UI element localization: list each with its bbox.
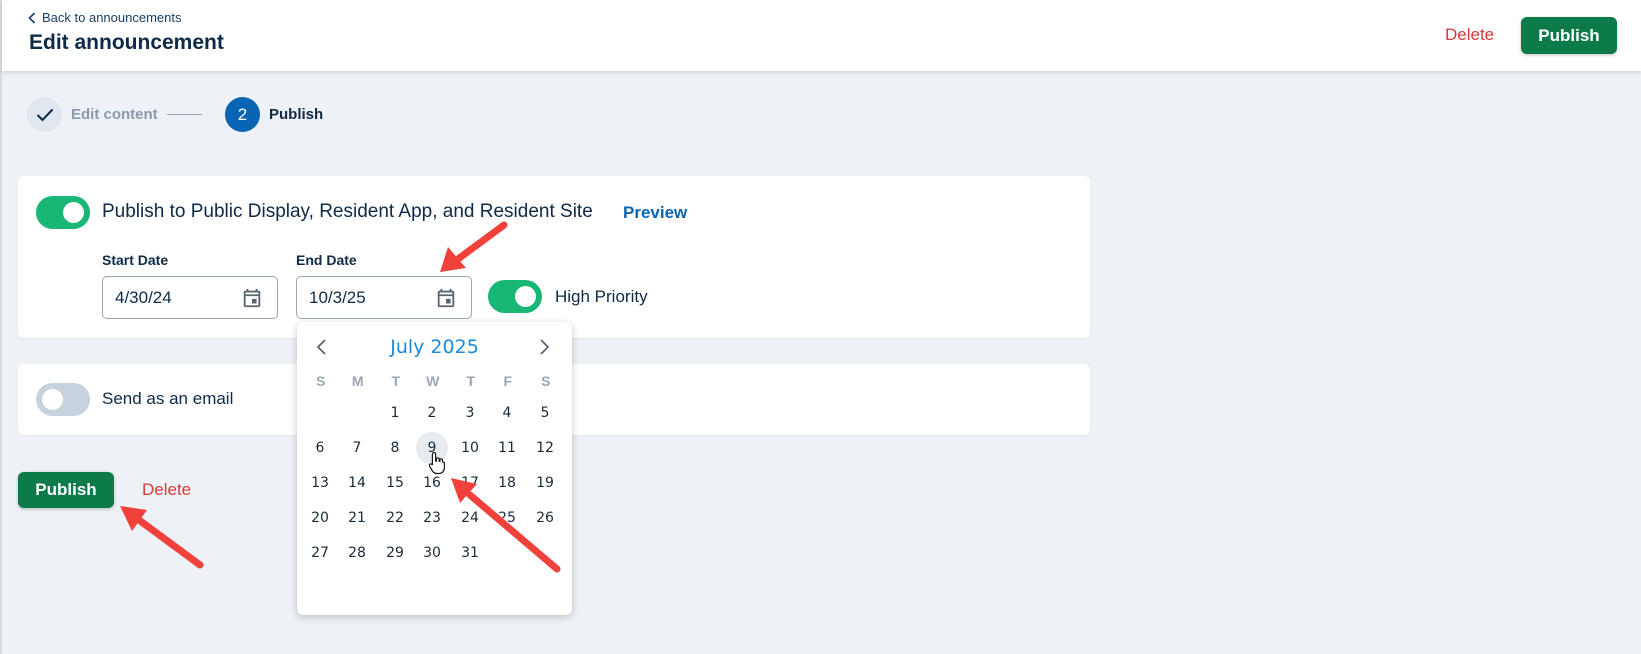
calendar-day[interactable]: 12 xyxy=(529,432,561,464)
arrow-to-publish-button xyxy=(120,506,204,569)
calendar-day[interactable]: 26 xyxy=(529,502,561,534)
publish-settings-card: Publish to Public Display, Resident App,… xyxy=(18,176,1090,338)
calendar-day[interactable]: 5 xyxy=(529,397,561,429)
calendar-day[interactable]: 6 xyxy=(304,432,336,464)
calendar-day[interactable]: 17 xyxy=(454,467,486,499)
calendar-day[interactable]: 7 xyxy=(341,432,373,464)
weekday-header: M xyxy=(351,373,364,389)
weekday-header: T xyxy=(466,373,476,389)
footer-delete-button[interactable]: Delete xyxy=(142,480,191,500)
header-publish-button[interactable]: Publish xyxy=(1521,17,1617,54)
back-to-announcements-link[interactable]: Back to announcements xyxy=(28,10,181,25)
back-link-label: Back to announcements xyxy=(42,10,182,25)
calendar-day[interactable]: 20 xyxy=(304,502,336,534)
start-date-label: Start Date xyxy=(102,252,169,268)
calendar-day[interactable]: 29 xyxy=(379,537,411,569)
calendar-day[interactable]: 22 xyxy=(379,502,411,534)
send-email-label: Send as an email xyxy=(102,389,234,408)
toggle-knob xyxy=(42,389,63,410)
date-picker-month-label: July 2025 xyxy=(390,336,479,358)
toggle-knob xyxy=(515,286,536,307)
calendar-day[interactable]: 2 xyxy=(416,397,448,429)
weekday-header: W xyxy=(426,373,440,389)
start-date-field[interactable] xyxy=(102,276,278,319)
calendar-icon[interactable] xyxy=(241,287,263,309)
calendar-day[interactable]: 19 xyxy=(529,467,561,499)
calendar-day[interactable]: 3 xyxy=(454,397,486,429)
step-edit-content-label[interactable]: Edit content xyxy=(71,106,158,123)
calendar-day[interactable]: 18 xyxy=(491,467,523,499)
calendar-day[interactable]: 21 xyxy=(341,502,373,534)
step-edit-content-indicator[interactable] xyxy=(27,97,62,132)
weekday-header: S xyxy=(541,373,551,389)
calendar-day[interactable]: 4 xyxy=(491,397,523,429)
calendar-day[interactable]: 24 xyxy=(454,502,486,534)
start-date-input[interactable] xyxy=(115,288,235,308)
publish-toggle-label: Publish to Public Display, Resident App,… xyxy=(102,201,593,222)
calendar-day[interactable]: 15 xyxy=(379,467,411,499)
weekday-header: T xyxy=(391,373,401,389)
page-header: Back to announcements Edit announcement … xyxy=(2,0,1641,71)
step-publish-label: Publish xyxy=(269,106,324,123)
calendar-day[interactable]: 13 xyxy=(304,467,336,499)
preview-link[interactable]: Preview xyxy=(623,203,687,223)
chevron-left-icon xyxy=(28,11,36,24)
end-date-label: End Date xyxy=(296,252,357,268)
high-priority-toggle[interactable] xyxy=(488,280,542,313)
check-icon xyxy=(36,108,53,121)
calendar-day[interactable]: 31 xyxy=(454,537,486,569)
calendar-icon[interactable] xyxy=(435,287,457,309)
calendar-day[interactable]: 28 xyxy=(341,537,373,569)
page-left-border xyxy=(0,0,2,654)
calendar-day[interactable]: 1 xyxy=(379,397,411,429)
send-email-toggle[interactable] xyxy=(36,383,90,416)
publish-toggle[interactable] xyxy=(36,196,90,229)
calendar-day[interactable]: 25 xyxy=(491,502,523,534)
high-priority-label: High Priority xyxy=(555,287,648,306)
calendar-day[interactable]: 11 xyxy=(491,432,523,464)
weekday-header: S xyxy=(316,373,326,389)
calendar-day[interactable]: 10 xyxy=(454,432,486,464)
end-date-input[interactable] xyxy=(309,288,429,308)
calendar-day[interactable]: 30 xyxy=(416,537,448,569)
weekday-header: F xyxy=(503,373,513,389)
calendar-day[interactable]: 14 xyxy=(341,467,373,499)
step-publish-indicator: 2 xyxy=(225,97,260,132)
end-date-field[interactable] xyxy=(296,276,472,319)
calendar-day[interactable]: 8 xyxy=(379,432,411,464)
calendar-day[interactable]: 23 xyxy=(416,502,448,534)
chevron-right-icon[interactable] xyxy=(532,335,556,359)
calendar-day[interactable]: 27 xyxy=(304,537,336,569)
footer-publish-button[interactable]: Publish xyxy=(18,472,114,508)
header-delete-button[interactable]: Delete xyxy=(1445,25,1494,45)
stepper-connector xyxy=(167,114,202,115)
toggle-knob xyxy=(63,202,84,223)
page-title: Edit announcement xyxy=(29,31,224,54)
hand-pointer-icon xyxy=(428,451,445,475)
